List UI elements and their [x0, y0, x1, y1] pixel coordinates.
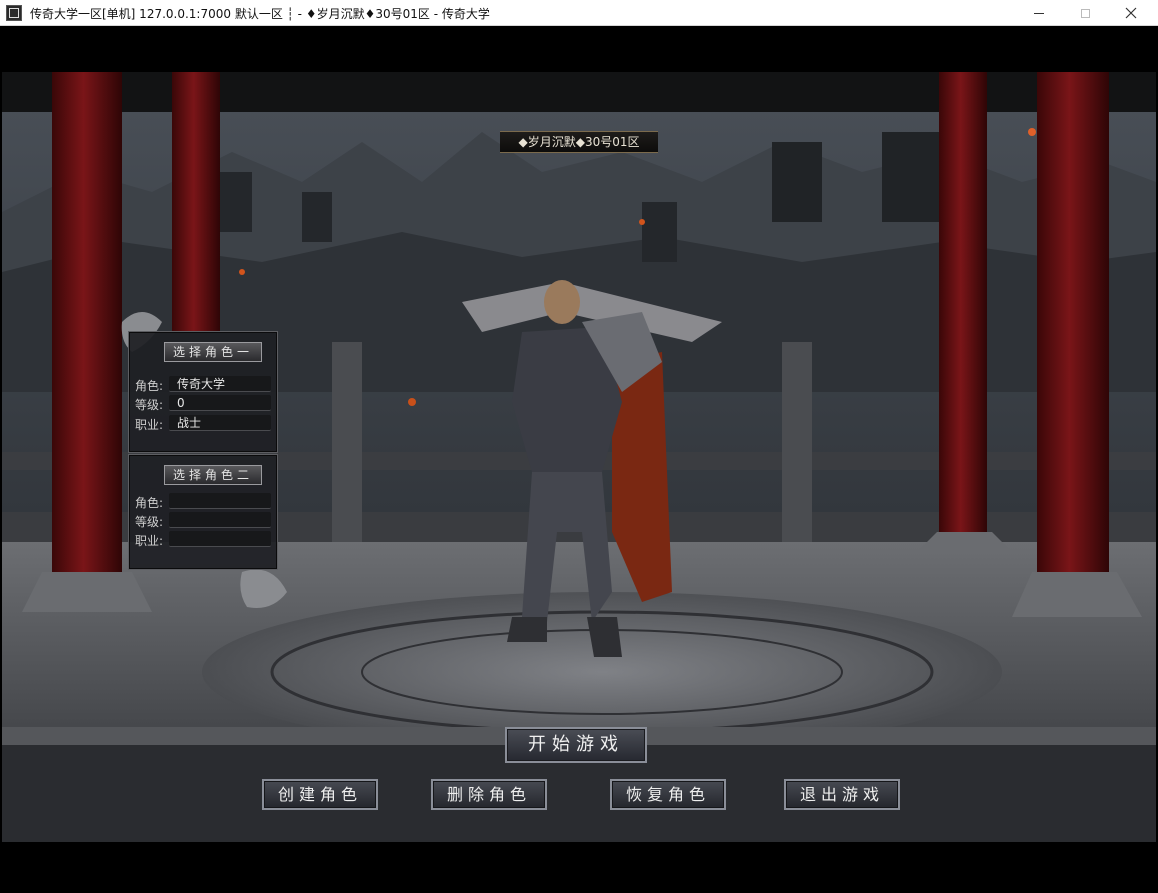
class-label: 职业:: [135, 534, 164, 548]
minimize-button[interactable]: [1016, 0, 1062, 26]
slot1-class-row: 职业: 战士: [135, 415, 271, 432]
window-title: 传奇大学一区[单机] 127.0.0.1:7000 默认一区 ┆ - ♦岁月沉默…: [30, 7, 490, 21]
slot2-level-row: 等级:: [135, 512, 271, 529]
slot1-name-row: 角色: 传奇大学: [135, 376, 271, 393]
start-game-button[interactable]: 开始游戏: [505, 727, 647, 763]
close-icon: [1125, 7, 1137, 19]
character-slot-1: 选择角色一 角色: 传奇大学 等级: 0 职业: 战士: [128, 331, 278, 453]
name-value: [169, 493, 271, 509]
slot2-name-row: 角色:: [135, 493, 271, 510]
slot2-class-row: 职业:: [135, 531, 271, 548]
select-character-2-button[interactable]: 选择角色二: [164, 465, 262, 485]
level-label: 等级:: [135, 398, 164, 412]
game-viewport: ◆岁月沉默◆30号01区 选择角色一 角色: 传奇大学 等级: 0 职业: 战士…: [2, 26, 1156, 891]
close-button[interactable]: [1108, 0, 1154, 26]
name-label: 角色:: [135, 379, 164, 393]
server-banner: ◆岁月沉默◆30号01区: [488, 123, 670, 157]
class-label: 职业:: [135, 418, 164, 432]
level-value: 0: [169, 395, 271, 411]
minimize-icon: [1034, 12, 1044, 14]
exit-game-button[interactable]: 退出游戏: [784, 779, 900, 810]
server-name: ◆岁月沉默◆30号01区: [518, 135, 640, 149]
maximize-button[interactable]: [1062, 0, 1108, 26]
class-value: [169, 531, 271, 547]
select-character-1-button[interactable]: 选择角色一: [164, 342, 262, 362]
delete-character-button[interactable]: 删除角色: [431, 779, 547, 810]
create-character-button[interactable]: 创建角色: [262, 779, 378, 810]
slot1-level-row: 等级: 0: [135, 395, 271, 412]
class-value: 战士: [169, 415, 271, 431]
name-label: 角色:: [135, 496, 164, 510]
level-value: [169, 512, 271, 528]
character-select-scene: ◆岁月沉默◆30号01区 选择角色一 角色: 传奇大学 等级: 0 职业: 战士…: [2, 72, 1156, 842]
level-label: 等级:: [135, 515, 164, 529]
name-value: 传奇大学: [169, 376, 271, 392]
window-titlebar: 传奇大学一区[单机] 127.0.0.1:7000 默认一区 ┆ - ♦岁月沉默…: [0, 0, 1158, 26]
maximize-icon: [1080, 8, 1090, 18]
character-slot-2: 选择角色二 角色: 等级: 职业:: [128, 454, 278, 570]
app-icon: [6, 5, 22, 21]
restore-character-button[interactable]: 恢复角色: [610, 779, 726, 810]
